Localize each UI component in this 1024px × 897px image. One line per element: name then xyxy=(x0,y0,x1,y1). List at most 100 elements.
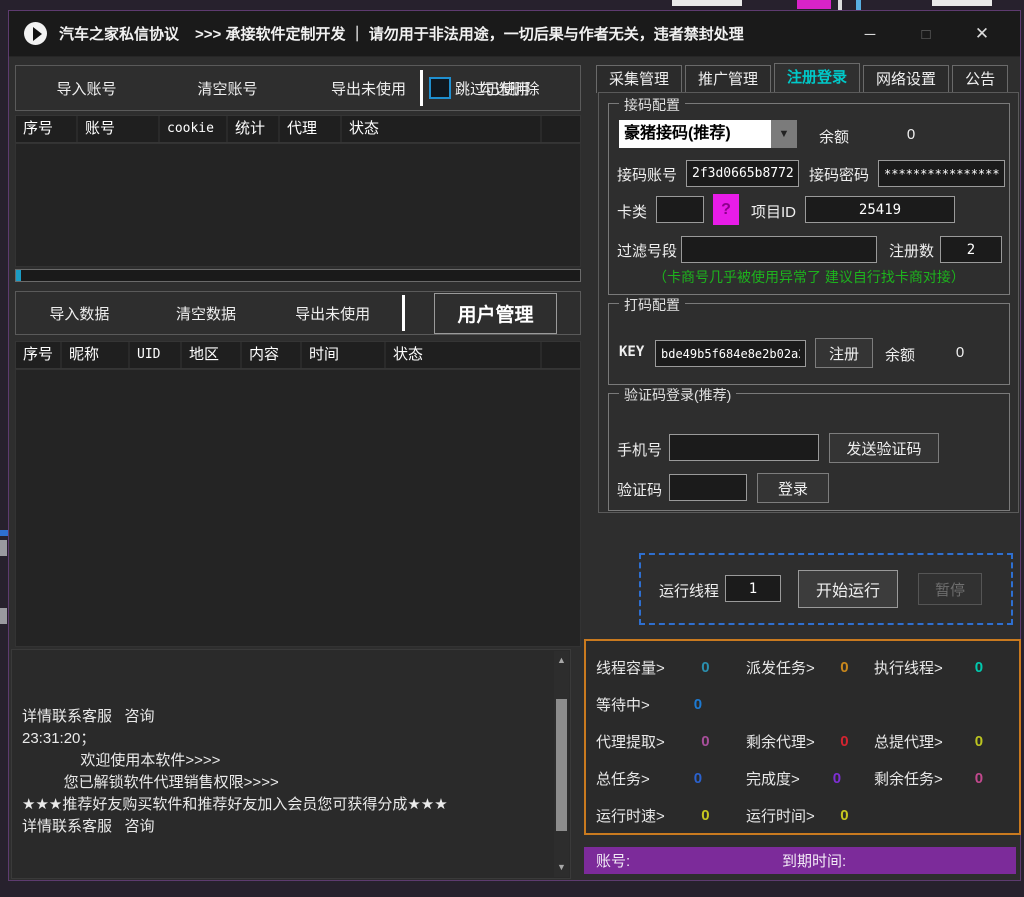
project-id-label: 项目ID xyxy=(751,201,796,222)
log-line: ★★★推荐好友购买软件和推荐好友加入会员您可获得分成★★★ xyxy=(22,794,548,816)
code-input[interactable] xyxy=(669,474,747,501)
stat-item: 派发任务> 0 xyxy=(746,649,874,686)
tab[interactable]: 网络设置 xyxy=(863,65,949,93)
users-toolbar: 导入数据清空数据导出未使用 用户管理 xyxy=(15,291,581,335)
accounts-column-header: 状态 xyxy=(342,116,542,142)
chevron-down-icon[interactable]: ▼ xyxy=(771,120,797,148)
close-button[interactable]: ✕ xyxy=(954,24,1020,44)
log-scrollbar[interactable]: ▲ ▼ xyxy=(554,651,569,877)
maximize-button[interactable]: □ xyxy=(898,26,954,43)
stat-value: 0 xyxy=(815,659,874,676)
sms-provider-select[interactable]: 豪猪接码(推荐) ▼ xyxy=(619,120,797,148)
background-window-fragment xyxy=(0,608,7,624)
start-run-button[interactable]: 开始运行 xyxy=(798,570,898,608)
tab[interactable]: 推广管理 xyxy=(685,65,771,93)
card-type-label: 卡类 xyxy=(617,201,647,222)
reg-count-label: 注册数 xyxy=(889,240,934,261)
code-login-legend: 验证码登录(推荐) xyxy=(619,385,736,405)
users-toolbar-button[interactable]: 导出未使用 xyxy=(269,303,396,324)
stat-value: 0 xyxy=(650,770,746,787)
background-window-fragment xyxy=(797,0,831,9)
phone-input[interactable] xyxy=(669,434,819,461)
stat-value: 0 xyxy=(815,807,874,824)
code-label: 验证码 xyxy=(617,479,662,500)
scrollbar-thumb[interactable] xyxy=(556,699,567,831)
stat-value: 0 xyxy=(943,733,1015,750)
pause-button[interactable]: 暂停 xyxy=(918,573,982,605)
captcha-register-button[interactable]: 注册 xyxy=(815,338,873,368)
window-controls: ─ □ ✕ xyxy=(842,11,1020,57)
users-table-body[interactable] xyxy=(15,369,581,647)
users-toolbar-button[interactable]: 导入数据 xyxy=(16,303,143,324)
sms-account-input[interactable] xyxy=(686,160,799,187)
tab[interactable]: 公告 xyxy=(952,65,1008,93)
accounts-column-header: 统计 xyxy=(228,116,280,142)
background-window-fragment xyxy=(0,540,7,556)
users-toolbar-button[interactable]: 清空数据 xyxy=(143,303,270,324)
card-vendor-hint: （卡商号几乎被使用异常了 建议自行找卡商对接） xyxy=(609,267,1009,287)
checkbox-icon[interactable] xyxy=(429,77,451,99)
thread-count-label: 运行线程 xyxy=(659,580,719,601)
minimize-button[interactable]: ─ xyxy=(842,26,898,43)
accounts-toolbar-button[interactable]: 导入账号 xyxy=(16,78,157,99)
captcha-config-group: 打码配置 KEY 注册 余额 0 xyxy=(608,303,1010,385)
accounts-toolbar-button[interactable]: 导出未使用 xyxy=(298,78,439,99)
sms-password-input[interactable] xyxy=(878,160,1005,187)
scroll-down-icon[interactable]: ▼ xyxy=(554,860,569,875)
tab[interactable]: 采集管理 xyxy=(596,65,682,93)
project-id-input[interactable] xyxy=(805,196,955,223)
send-code-button[interactable]: 发送验证码 xyxy=(829,433,939,463)
accounts-table-body[interactable] xyxy=(15,143,581,267)
titlebar: 汽车之家私信协议 >>> 承接软件定制开发 ｜ 请勿用于非法用途，一切后果与作者… xyxy=(9,11,1020,57)
filter-segment-input[interactable] xyxy=(681,236,877,263)
accounts-column-header: 账号 xyxy=(78,116,160,142)
accounts-column-header-empty xyxy=(542,116,580,142)
sms-account-label: 接码账号 xyxy=(617,164,677,185)
thread-count-input[interactable] xyxy=(725,575,781,602)
stat-label: 剩余任务> xyxy=(874,768,943,789)
stat-value: 0 xyxy=(650,696,746,713)
stat-value: 0 xyxy=(943,770,1015,787)
tab[interactable]: 注册登录 xyxy=(774,63,860,93)
stat-label: 运行时速> xyxy=(596,805,665,826)
phone-label: 手机号 xyxy=(617,439,662,460)
users-column-header: 序号 xyxy=(16,342,62,368)
users-table-header: 序号昵称UID地区内容时间状态 xyxy=(15,341,581,369)
sms-balance-label: 余额 xyxy=(819,126,849,147)
toolbar-divider xyxy=(420,70,423,106)
users-column-header: 状态 xyxy=(386,342,542,368)
captcha-balance-value: 0 xyxy=(935,344,985,361)
sms-config-group: 接码配置 豪猪接码(推荐) ▼ 余额 0 接码账号 接码密码 卡类 ? 项目ID… xyxy=(608,103,1010,295)
stat-item: 总提代理> 0 xyxy=(874,723,1015,760)
log-panel[interactable]: 详情联系客服 咨询23:31:20； 欢迎使用本软件>>>> 您已解锁软件代理销… xyxy=(11,649,571,879)
run-controls: 运行线程 开始运行 暂停 xyxy=(639,553,1013,625)
captcha-key-label: KEY xyxy=(619,344,644,360)
checkbox-label: 跳过已使用 xyxy=(455,78,530,99)
stat-item: 完成度> 0 xyxy=(746,760,874,797)
captcha-balance-label: 余额 xyxy=(885,344,915,365)
stat-label: 完成度> xyxy=(746,768,800,789)
sms-balance-value: 0 xyxy=(881,126,941,143)
user-manage-button[interactable]: 用户管理 xyxy=(434,293,556,334)
app-title: 汽车之家私信协议 xyxy=(59,23,179,44)
accounts-toolbar-button[interactable]: 清空账号 xyxy=(157,78,298,99)
stat-label: 总任务> xyxy=(596,768,650,789)
stat-label: 派发任务> xyxy=(746,657,815,678)
stat-label: 运行时间> xyxy=(746,805,815,826)
help-button[interactable]: ? xyxy=(713,194,739,225)
stat-value: 0 xyxy=(815,733,874,750)
stat-label: 剩余代理> xyxy=(746,731,815,752)
log-line: 欢迎使用本软件>>>> xyxy=(22,750,548,772)
stat-item: 线程容量> 0 xyxy=(596,649,746,686)
scroll-up-icon[interactable]: ▲ xyxy=(554,653,569,668)
stat-item: 总任务> 0 xyxy=(596,760,746,797)
skip-used-checkbox[interactable]: 跳过已使用 xyxy=(429,77,581,99)
captcha-config-legend: 打码配置 xyxy=(619,295,685,315)
login-button[interactable]: 登录 xyxy=(757,473,829,503)
background-window-fragment xyxy=(856,0,861,10)
card-type-input[interactable] xyxy=(656,196,704,223)
app-window: 汽车之家私信协议 >>> 承接软件定制开发 ｜ 请勿用于非法用途，一切后果与作者… xyxy=(8,10,1021,881)
license-bar: 账号: 到期时间: xyxy=(584,847,1016,874)
captcha-key-input[interactable] xyxy=(655,340,806,367)
reg-count-input[interactable] xyxy=(940,236,1002,263)
